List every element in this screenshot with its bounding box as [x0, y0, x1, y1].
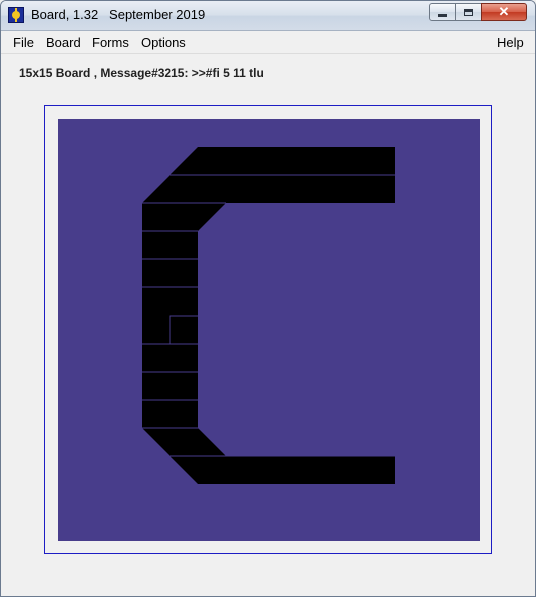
menu-options[interactable]: Options: [141, 35, 186, 50]
menu-board[interactable]: Board: [46, 35, 81, 50]
maximize-button[interactable]: [455, 3, 482, 21]
status-message: 15x15 Board , Message#3215: >>#fi 5 11 t…: [19, 66, 264, 80]
menu-file[interactable]: File: [13, 35, 34, 50]
title-bar[interactable]: Board, 1.32 September 2019 ✕: [1, 1, 535, 31]
minimize-icon: [438, 14, 447, 17]
game-board[interactable]: [58, 119, 480, 541]
minimize-button[interactable]: [429, 3, 456, 21]
maximize-icon: [464, 8, 473, 16]
app-window: Board, 1.32 September 2019 ✕ File Board …: [0, 0, 536, 597]
menu-bar: File Board Forms Options Help: [1, 31, 535, 54]
close-button[interactable]: ✕: [481, 3, 527, 21]
menu-help[interactable]: Help: [497, 35, 524, 50]
window-title: Board, 1.32 September 2019: [31, 7, 206, 22]
menu-forms[interactable]: Forms: [92, 35, 129, 50]
close-icon: ✕: [498, 4, 510, 19]
board-app-icon[interactable]: [8, 7, 24, 23]
